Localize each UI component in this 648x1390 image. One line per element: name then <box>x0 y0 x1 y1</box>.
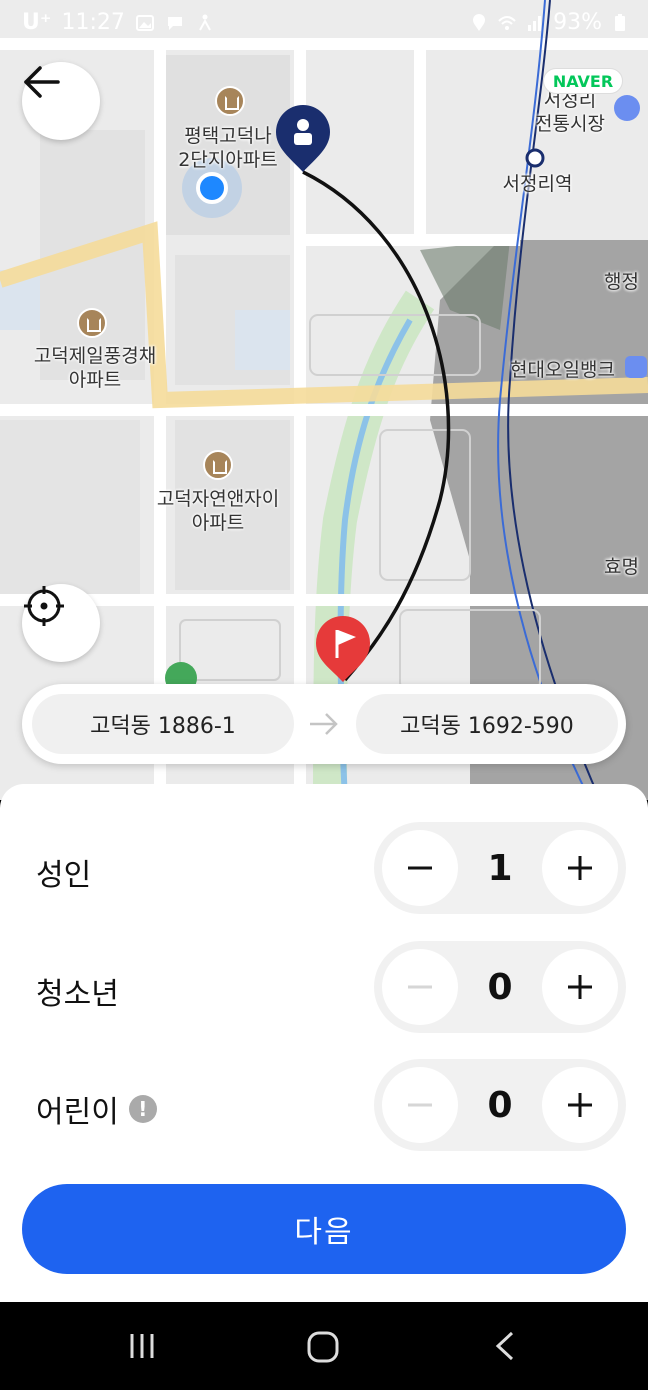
my-location-button[interactable] <box>22 584 100 662</box>
system-nav-bar <box>0 1302 648 1390</box>
station-marker <box>525 148 545 168</box>
back-nav-icon[interactable] <box>492 1330 518 1362</box>
battery-percent: 93% <box>553 10 602 35</box>
passenger-row-child: 어린이 ! 0 <box>0 1059 648 1151</box>
info-icon[interactable]: ! <box>128 1095 157 1123</box>
passenger-label-adult: 성인 <box>36 850 91 894</box>
child-label: 어린이 <box>36 1095 119 1130</box>
bank-label[interactable]: 현대오일뱅크 <box>500 358 625 382</box>
apartment-2-label[interactable]: 고덕제일풍경채 아파트 <box>20 344 170 392</box>
passenger-row-adult: 성인 1 <box>0 822 648 914</box>
passenger-row-youth: 청소년 0 <box>0 941 648 1033</box>
admin-label: 행정 <box>604 271 639 293</box>
youth-label: 청소년 <box>36 977 119 1012</box>
status-bar: U⁺ 11:27 93% <box>0 0 648 48</box>
next-button[interactable]: 다음 <box>22 1184 626 1274</box>
child-count: 0 <box>487 1085 513 1126</box>
wifi-icon <box>498 15 516 30</box>
destination-address[interactable]: 고덕동 1692-590 <box>356 694 618 754</box>
adult-decrement-button[interactable] <box>382 830 458 906</box>
accessibility-icon <box>199 14 211 30</box>
recent-apps-icon[interactable] <box>126 1330 158 1362</box>
apartment-3-label[interactable]: 고덕자연앤자이 아파트 <box>148 487 288 535</box>
crosshair-icon <box>24 586 64 626</box>
adult-stepper: 1 <box>374 822 626 914</box>
minus-icon <box>408 985 432 989</box>
naver-logo: NAVER <box>543 68 623 94</box>
station-label[interactable]: 서정리역 <box>490 172 585 196</box>
current-location-dot <box>196 172 228 204</box>
apartment-1-label[interactable]: 평택고덕나 2단지아파트 <box>168 124 288 172</box>
passenger-sheet: 성인 1 청소년 0 어린이 ! 0 다음 <box>0 784 648 1302</box>
apartment-3-marker[interactable] <box>203 450 233 480</box>
apartment-2-marker[interactable] <box>77 308 107 338</box>
passenger-label-child: 어린이 ! <box>36 1087 157 1131</box>
youth-decrement-button[interactable] <box>382 949 458 1025</box>
child-decrement-button[interactable] <box>382 1067 458 1143</box>
back-button[interactable] <box>22 62 100 140</box>
carrier-label: U⁺ <box>22 10 52 35</box>
adult-increment-button[interactable] <box>542 830 618 906</box>
plus-icon <box>568 1093 592 1117</box>
plus-icon <box>568 975 592 999</box>
youth-increment-button[interactable] <box>542 949 618 1025</box>
apartment-1-marker[interactable] <box>215 86 245 116</box>
home-icon[interactable] <box>306 1330 340 1364</box>
gallery-icon <box>135 14 154 31</box>
adult-label: 성인 <box>36 858 92 893</box>
location-icon <box>473 13 486 31</box>
passenger-label-youth: 청소년 <box>36 969 119 1013</box>
chat-bubble-icon <box>167 16 182 30</box>
child-increment-button[interactable] <box>542 1067 618 1143</box>
route-summary-bar: 고덕동 1886-1 고덕동 1692-590 <box>22 684 626 764</box>
battery-icon <box>615 13 625 31</box>
minus-icon <box>408 866 432 870</box>
clock: 11:27 <box>61 10 125 35</box>
plus-icon <box>568 856 592 880</box>
hyomyeong-label: 효명 <box>604 556 639 578</box>
origin-address[interactable]: 고덕동 1886-1 <box>32 694 294 754</box>
signal-icon <box>528 15 542 31</box>
arrow-left-icon <box>24 66 60 98</box>
arrow-right-icon <box>310 713 338 735</box>
youth-count: 0 <box>487 967 513 1008</box>
map-view[interactable]: 평택고덕나 2단지아파트 고덕제일풍경채 아파트 고덕자연앤자이 아파트 서정리… <box>0 0 648 800</box>
market-label[interactable]: 서정리 전통시장 <box>520 88 620 136</box>
minus-icon <box>408 1103 432 1107</box>
adult-count: 1 <box>487 848 513 889</box>
youth-stepper: 0 <box>374 941 626 1033</box>
child-stepper: 0 <box>374 1059 626 1151</box>
